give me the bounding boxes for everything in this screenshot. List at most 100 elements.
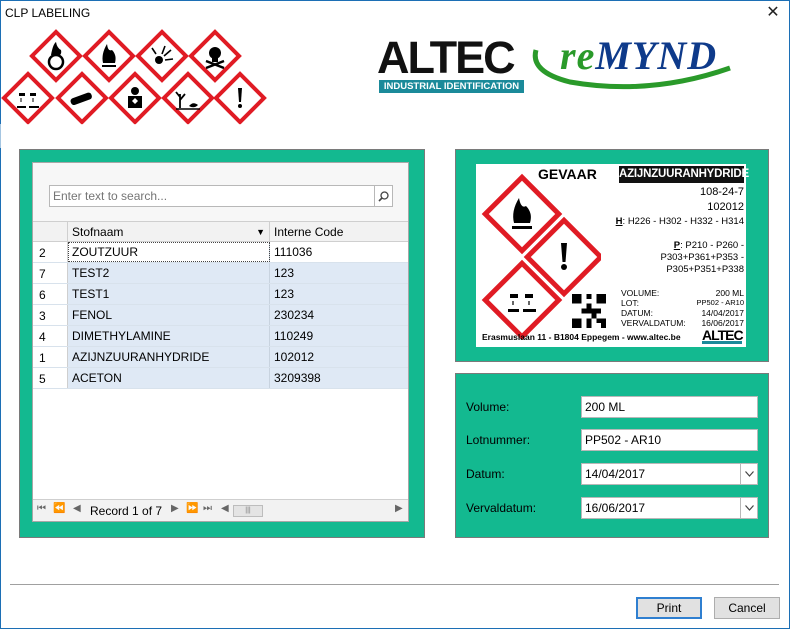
datum-label: Datum: xyxy=(466,467,505,481)
record-counter: Record 1 of 7 xyxy=(90,504,163,518)
label-cas-number: 108-24-7 xyxy=(699,186,744,198)
cell-stofnaam[interactable]: TEST1 xyxy=(68,284,270,304)
horizontal-scrollbar[interactable]: ◀ ||| ▶ xyxy=(221,503,406,518)
cell-stofnaam[interactable]: ACETON xyxy=(68,368,270,388)
scroll-thumb[interactable]: ||| xyxy=(233,505,263,517)
exclamation-icon xyxy=(213,71,267,125)
row-number: 5 xyxy=(33,368,68,388)
altec-logo: ALTEC INDUSTRIAL IDENTIFICATION xyxy=(377,35,527,93)
label-preview: GEVAAR AZIJNZUURANHYDRIDE 108-24-7 10201… xyxy=(476,164,749,347)
first-record-icon[interactable]: ⏮ xyxy=(37,503,46,514)
vervaldatum-label: Vervaldatum: xyxy=(466,501,537,515)
label-substance-name: AZIJNZUURANHYDRIDE xyxy=(619,166,749,183)
grid-rows: 2 ZOUTZUUR 111036 7 TEST2 123 6 TEST1 12… xyxy=(33,242,408,389)
next-record-icon[interactable]: ▶ xyxy=(171,503,179,514)
label-volume-label: VOLUME: xyxy=(621,288,660,298)
row-number: 3 xyxy=(33,305,68,325)
substance-grid-panel: Stofnaam ▼ Interne Code 2 ZOUTZUUR 11103… xyxy=(19,149,425,538)
signal-word: GEVAAR xyxy=(538,166,597,182)
remynd-logo: reMYND xyxy=(530,30,785,100)
label-lot-label: LOT: xyxy=(621,298,639,308)
row-number: 2 xyxy=(33,242,68,262)
scroll-left-icon[interactable]: ◀ xyxy=(221,503,229,514)
column-header-interne-code[interactable]: Interne Code xyxy=(270,222,408,242)
table-row[interactable]: 3 FENOL 230234 xyxy=(33,305,408,326)
label-lot-value: PP502 - AR10 xyxy=(696,298,744,307)
table-row[interactable]: 4 DIMETHYLAMINE 110249 xyxy=(33,326,408,347)
cancel-button[interactable]: Cancel xyxy=(714,597,780,619)
substance-grid: Stofnaam ▼ Interne Code 2 ZOUTZUUR 11103… xyxy=(32,162,409,522)
cell-interne-code[interactable]: 123 xyxy=(270,284,408,304)
cell-stofnaam[interactable]: DIMETHYLAMINE xyxy=(68,326,270,346)
title-bar: CLP LABELING ✕ xyxy=(0,0,790,26)
grid-header: Stofnaam ▼ Interne Code xyxy=(33,221,408,242)
previous-record-icon[interactable]: ◀ xyxy=(73,503,81,514)
qr-code-icon xyxy=(572,294,606,328)
label-p-statements-1: P: P210 - P260 - xyxy=(673,240,744,251)
close-icon[interactable]: ✕ xyxy=(762,2,784,24)
cell-interne-code[interactable]: 110249 xyxy=(270,326,408,346)
vervaldatum-picker[interactable]: 16/06/2017 xyxy=(581,497,758,519)
label-datum-label: DATUM: xyxy=(621,308,653,318)
lotnummer-input[interactable]: PP502 - AR10 xyxy=(581,429,758,451)
print-button[interactable]: Print xyxy=(636,597,702,619)
row-number: 4 xyxy=(33,326,68,346)
oxidizer-icon xyxy=(29,29,83,83)
row-number: 1 xyxy=(33,347,68,367)
row-number: 6 xyxy=(33,284,68,304)
cell-interne-code[interactable]: 123 xyxy=(270,263,408,283)
last-record-icon[interactable]: ⏭ xyxy=(203,503,212,514)
label-p-statements-2: P303+P361+P353 - xyxy=(660,252,744,263)
remynd-logo-text: reMYND xyxy=(560,33,718,78)
altec-logo-text: ALTEC xyxy=(377,32,516,83)
label-volume-value: 200 ML xyxy=(715,288,744,298)
lotnummer-label: Lotnummer: xyxy=(466,433,531,447)
label-internal-code: 102012 xyxy=(707,201,744,213)
label-h-statements: H: H226 - H302 - H332 - H314 xyxy=(615,216,744,227)
label-brand-bar xyxy=(702,341,742,344)
previous-page-icon[interactable]: ⏪ xyxy=(53,503,65,514)
table-row[interactable]: 1 AZIJNZUURANHYDRIDE 102012 xyxy=(33,347,408,368)
corrosive-icon xyxy=(1,71,55,125)
volume-label: Volume: xyxy=(466,400,510,414)
label-p-statements-3: P305+P351+P338 xyxy=(666,264,744,275)
health-hazard-icon xyxy=(108,71,162,125)
environment-icon xyxy=(161,71,215,125)
volume-input[interactable]: 200 ML xyxy=(581,396,758,418)
cell-stofnaam[interactable]: TEST2 xyxy=(68,263,270,283)
chevron-down-icon[interactable] xyxy=(740,464,757,484)
row-number-header xyxy=(33,222,68,242)
cell-stofnaam[interactable]: AZIJNZUURANHYDRIDE xyxy=(68,347,270,367)
search-area xyxy=(33,163,408,221)
datum-picker[interactable]: 14/04/2017 xyxy=(581,463,758,485)
cell-interne-code[interactable]: 102012 xyxy=(270,347,408,367)
flammable-icon xyxy=(82,29,136,83)
cell-interne-code[interactable]: 111036 xyxy=(270,242,408,262)
scroll-right-icon[interactable]: ▶ xyxy=(395,503,403,514)
label-preview-panel: GEVAAR AZIJNZUURANHYDRIDE 108-24-7 10201… xyxy=(455,149,769,362)
search-icon[interactable] xyxy=(374,186,392,206)
footer-divider xyxy=(10,584,779,585)
search-input[interactable] xyxy=(53,187,373,205)
cell-interne-code[interactable]: 3209398 xyxy=(270,368,408,388)
vervaldatum-value: 16/06/2017 xyxy=(585,501,646,515)
table-row[interactable]: 6 TEST1 123 xyxy=(33,284,408,305)
search-box xyxy=(49,185,393,207)
cell-stofnaam[interactable]: FENOL xyxy=(68,305,270,325)
gas-cylinder-icon xyxy=(55,71,109,125)
datum-value: 14/04/2017 xyxy=(585,467,646,481)
chevron-down-icon[interactable] xyxy=(740,498,757,518)
table-row[interactable]: 5 ACETON 3209398 xyxy=(33,368,408,389)
cell-interne-code[interactable]: 230234 xyxy=(270,305,408,325)
window-title: CLP LABELING xyxy=(5,6,91,20)
altec-tagline: INDUSTRIAL IDENTIFICATION xyxy=(379,80,524,93)
table-row[interactable]: 2 ZOUTZUUR 111036 xyxy=(33,242,408,263)
sort-down-icon: ▼ xyxy=(256,227,265,237)
skull-icon xyxy=(188,29,242,83)
column-header-stofnaam[interactable]: Stofnaam ▼ xyxy=(68,222,270,242)
table-row[interactable]: 7 TEST2 123 xyxy=(33,263,408,284)
next-page-icon[interactable]: ⏩ xyxy=(186,503,198,514)
label-details-form: Volume: 200 ML Lotnummer: PP502 - AR10 D… xyxy=(455,373,769,538)
label-vervaldatum-label: VERVALDATUM: xyxy=(621,318,686,328)
cell-stofnaam[interactable]: ZOUTZUUR xyxy=(68,242,270,262)
